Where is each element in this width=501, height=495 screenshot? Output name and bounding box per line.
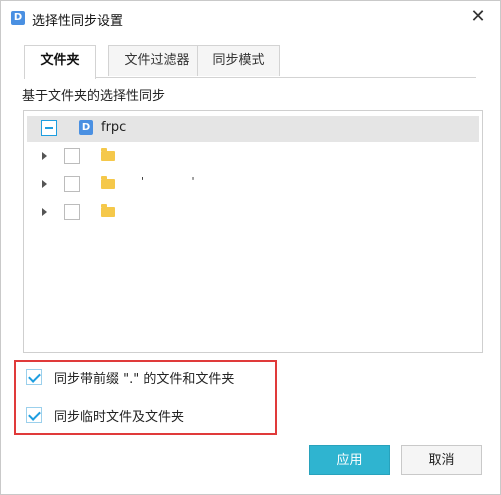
tab-divider	[95, 77, 476, 78]
sync-drive-icon: D	[79, 120, 93, 135]
tree-row-child-2[interactable]: ' '	[24, 172, 482, 198]
folder-tree: D frpc ' '	[23, 110, 483, 353]
tree-node-label-root: frpc	[101, 120, 127, 135]
window-title: 选择性同步设置	[32, 14, 124, 29]
title-bar: D 选择性同步设置 ✕	[1, 1, 500, 35]
tab-sync-mode[interactable]: 同步模式	[197, 45, 280, 76]
app-logo-icon: D	[11, 11, 25, 25]
tree-checkbox-root[interactable]	[41, 120, 57, 136]
folder-icon	[101, 176, 115, 189]
close-icon[interactable]: ✕	[468, 7, 488, 27]
tree-node-label-child-2: ' '	[141, 175, 217, 188]
tree-row-child-3[interactable]	[24, 200, 482, 226]
tab-file-filter[interactable]: 文件过滤器	[108, 45, 206, 76]
tree-checkbox-child-3[interactable]	[64, 204, 80, 220]
tree-row-child-1[interactable]	[24, 144, 482, 170]
apply-button[interactable]: 应用	[309, 445, 390, 475]
tree-checkbox-child-2[interactable]	[64, 176, 80, 192]
folder-icon	[101, 204, 115, 217]
annotation-highlight-box	[14, 360, 277, 435]
tab-folders[interactable]: 文件夹	[24, 45, 96, 79]
tree-row-root[interactable]: D frpc	[27, 116, 479, 142]
expand-arrow-icon[interactable]	[42, 152, 47, 160]
section-label: 基于文件夹的选择性同步	[22, 89, 166, 104]
tree-checkbox-child-1[interactable]	[64, 148, 80, 164]
cancel-button[interactable]: 取消	[401, 445, 482, 475]
expand-arrow-icon[interactable]	[42, 180, 47, 188]
expand-arrow-icon[interactable]	[42, 208, 47, 216]
selective-sync-dialog: D 选择性同步设置 ✕ 文件夹 文件过滤器 同步模式 基于文件夹的选择性同步 D…	[0, 0, 501, 495]
folder-icon	[101, 148, 115, 161]
